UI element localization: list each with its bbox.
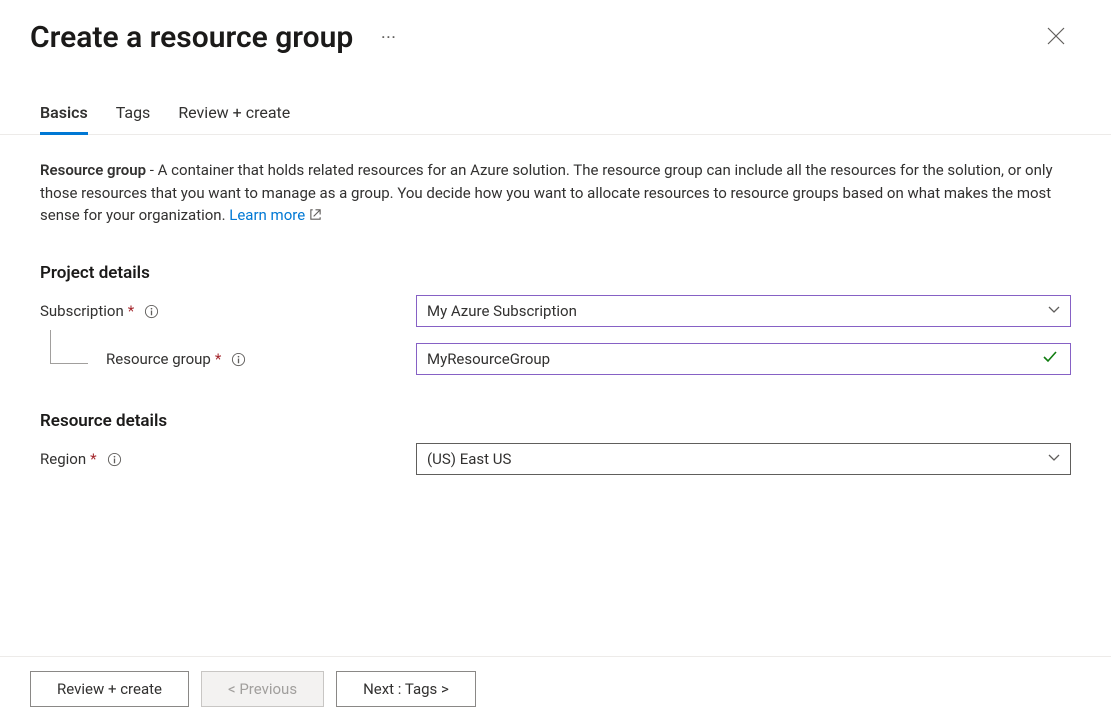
description-body: - A container that holds related resourc… xyxy=(40,161,1053,224)
required-asterisk: * xyxy=(90,450,96,468)
previous-button: < Previous xyxy=(201,671,324,707)
description-bold: Resource group xyxy=(40,161,146,179)
page-title: Create a resource group ··· xyxy=(30,20,401,55)
section-resource-details: Resource details xyxy=(40,411,1071,431)
info-icon[interactable] xyxy=(231,352,246,367)
indent-line xyxy=(50,330,88,364)
region-select[interactable]: (US) East US xyxy=(416,443,1071,475)
tab-tags[interactable]: Tags xyxy=(116,103,151,135)
tab-bar: Basics Tags Review + create xyxy=(0,55,1111,135)
tab-basics[interactable]: Basics xyxy=(40,103,88,135)
subscription-value: My Azure Subscription xyxy=(427,302,577,320)
subscription-label: Subscription * xyxy=(40,302,416,320)
subscription-select[interactable]: My Azure Subscription xyxy=(416,295,1071,327)
tab-review-create[interactable]: Review + create xyxy=(178,103,290,135)
external-link-icon xyxy=(309,205,322,228)
required-asterisk: * xyxy=(215,350,221,368)
more-actions-button[interactable]: ··· xyxy=(377,26,400,50)
resource-group-value: MyResourceGroup xyxy=(427,350,550,368)
next-button[interactable]: Next : Tags > xyxy=(336,671,476,707)
section-project-details: Project details xyxy=(40,263,1071,283)
info-icon[interactable] xyxy=(107,452,122,467)
info-icon[interactable] xyxy=(144,304,159,319)
close-icon[interactable] xyxy=(1041,21,1071,54)
resource-group-label: Resource group * xyxy=(40,350,416,368)
resource-group-input[interactable]: MyResourceGroup xyxy=(416,343,1071,375)
review-create-button[interactable]: Review + create xyxy=(30,671,189,707)
learn-more-link[interactable]: Learn more xyxy=(229,206,322,224)
required-asterisk: * xyxy=(128,302,134,320)
description-text: Resource group - A container that holds … xyxy=(40,159,1071,227)
region-label: Region * xyxy=(40,450,416,468)
region-value: (US) East US xyxy=(427,450,511,468)
footer: Review + create < Previous Next : Tags > xyxy=(0,656,1111,721)
page-title-text: Create a resource group xyxy=(30,20,353,55)
